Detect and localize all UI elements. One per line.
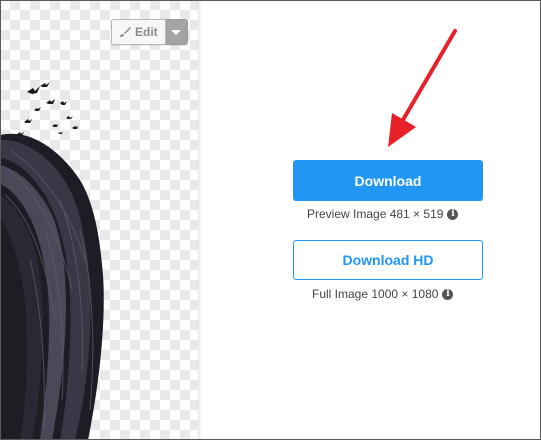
brush-icon bbox=[119, 26, 131, 38]
image-preview-panel: Edit bbox=[0, 0, 199, 440]
edit-dropdown-toggle[interactable] bbox=[165, 19, 188, 45]
preview-image-size-text: Preview Image 481 × 519 bbox=[307, 207, 444, 221]
edit-split-button: Edit bbox=[111, 19, 188, 45]
info-icon[interactable]: i bbox=[447, 208, 459, 220]
full-image-caption: Full Image 1000 × 1080 i bbox=[312, 287, 454, 301]
download-hd-button[interactable]: Download HD bbox=[293, 240, 483, 280]
caret-down-icon bbox=[171, 29, 182, 35]
edit-button[interactable]: Edit bbox=[111, 19, 166, 45]
download-button[interactable]: Download bbox=[293, 160, 483, 201]
full-image-size-text: Full Image 1000 × 1080 bbox=[312, 287, 439, 301]
info-icon[interactable]: i bbox=[442, 288, 454, 300]
preview-image-caption: Preview Image 481 × 519 i bbox=[307, 207, 459, 221]
annotation-arrow-icon bbox=[388, 29, 457, 147]
wing-image bbox=[0, 82, 104, 440]
edit-label: Edit bbox=[135, 25, 158, 39]
